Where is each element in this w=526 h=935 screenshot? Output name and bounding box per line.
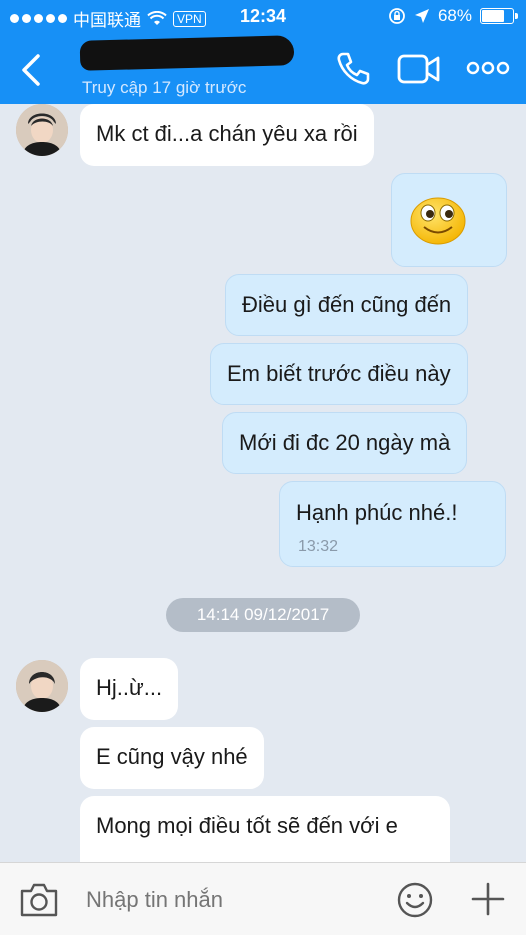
message-bubble-incoming[interactable]: Mong mọi điều tốt sẽ đến với e [80,796,450,862]
message-text: Mong mọi điều tốt sẽ đến với e [96,813,398,838]
message-timestamp: 13:32 [298,538,339,555]
chat-header: 中国联通 VPN 12:34 68% Truy cập 17 giờ trước [0,0,526,104]
battery-icon [480,8,518,24]
voice-call-button[interactable] [334,50,372,88]
message-bubble-incoming[interactable]: Hj..ừ... [80,658,179,720]
video-camera-icon [397,54,440,84]
message-input-bar [0,862,526,935]
battery-percent: 68% [437,6,472,25]
contact-name-redacted[interactable] [79,35,295,71]
more-options-button[interactable] [466,56,510,80]
camera-button[interactable] [18,881,60,919]
smiley-icon [397,882,433,918]
location-arrow-icon [414,9,429,23]
message-text: Hạnh phúc nhé.! [296,500,458,525]
message-bubble-outgoing[interactable]: Điều gì đến cũng đến [225,274,469,336]
avatar[interactable] [16,660,68,712]
message-list[interactable]: Mk ct đi...a chán yêu xa rồi Điều gì đến… [0,104,526,862]
message-bubble-outgoing[interactable] [391,173,507,267]
message-bubble-outgoing[interactable]: Hạnh phúc nhé.! 13:32 [279,481,506,567]
contact-avatar-photo [16,660,68,712]
message-text: Em biết trước điều này [227,361,451,386]
video-call-button[interactable] [397,52,441,86]
message-text: Mới đi đc 20 ngày mà [239,430,451,455]
chevron-left-icon [22,54,40,86]
message-bubble-outgoing[interactable]: Mới đi đc 20 ngày mà [222,412,468,474]
message-text: E cũng vậy nhé [96,744,248,769]
message-input[interactable] [86,885,366,915]
camera-icon [20,883,58,917]
message-text: Điều gì đến cũng đến [242,292,452,317]
message-text: Hj..ừ... [96,675,163,700]
rotation-lock-icon [389,8,405,24]
contact-avatar-photo [16,104,68,156]
phone-icon [337,52,370,85]
plus-icon [471,882,505,916]
more-dots-icon [466,61,510,75]
attach-more-button[interactable] [470,881,506,917]
avatar[interactable] [16,104,68,156]
message-bubble-outgoing[interactable]: Em biết trước điều này [210,343,468,405]
contact-last-seen: Truy cập 17 giờ trước [82,78,247,97]
date-separator: 14:14 09/12/2017 [166,598,360,632]
back-button[interactable] [16,50,50,90]
message-bubble-incoming[interactable]: Mk ct đi...a chán yêu xa rồi [80,104,374,166]
message-bubble-incoming[interactable]: E cũng vậy nhé [80,727,264,789]
status-bar: 中国联通 VPN 12:34 68% [0,0,526,34]
sticker-button[interactable] [396,881,434,919]
smiley-face-icon [410,197,466,245]
message-text: Mk ct đi...a chán yêu xa rồi [96,121,358,146]
